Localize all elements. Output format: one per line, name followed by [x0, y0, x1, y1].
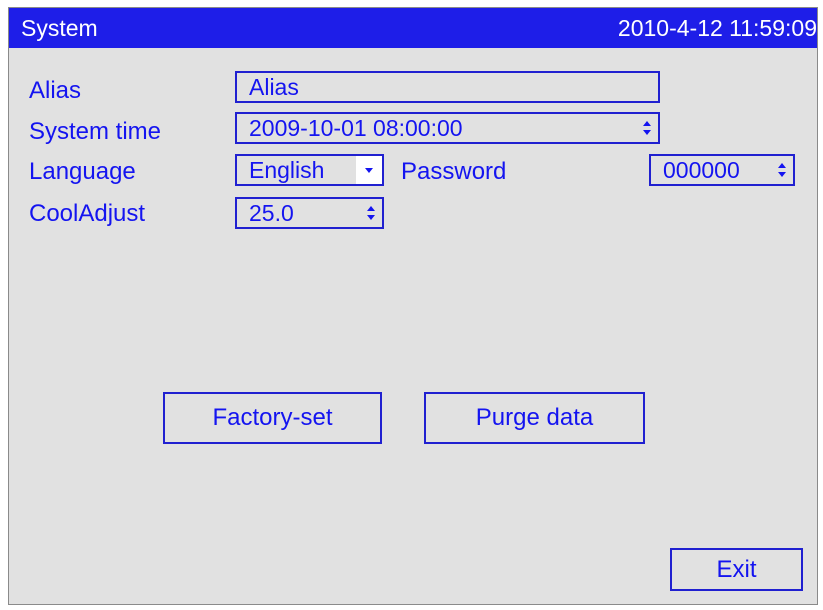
- language-dropdown[interactable]: English: [235, 154, 384, 186]
- alias-field[interactable]: Alias: [235, 71, 660, 103]
- up-down-spinner-icon[interactable]: [366, 206, 376, 220]
- password-field[interactable]: 000000: [649, 154, 795, 186]
- datetime-display: 2010-4-12 11:59:09: [617, 15, 817, 41]
- up-down-spinner-icon[interactable]: [642, 121, 652, 135]
- dropdown-arrow-icon[interactable]: [356, 156, 382, 184]
- system-time-field[interactable]: 2009-10-01 08:00:00: [235, 112, 660, 144]
- system-window: System 2010-4-12 11:59:09 Alias Alias Sy…: [8, 7, 818, 605]
- language-label: Language: [29, 158, 136, 185]
- cool-adjust-field[interactable]: 25.0: [235, 197, 384, 229]
- exit-button[interactable]: Exit: [670, 548, 803, 591]
- password-label: Password: [401, 158, 507, 185]
- password-value: 000000: [663, 157, 740, 183]
- purge-data-button[interactable]: Purge data: [424, 392, 645, 444]
- window-title: System: [21, 15, 98, 41]
- cool-adjust-label: CoolAdjust: [29, 200, 146, 227]
- system-time-label: System time: [29, 118, 162, 145]
- title-bar: System 2010-4-12 11:59:09: [9, 8, 817, 48]
- alias-value: Alias: [249, 74, 299, 100]
- alias-label: Alias: [29, 77, 82, 104]
- cool-adjust-value: 25.0: [249, 200, 294, 226]
- factory-set-button[interactable]: Factory-set: [163, 392, 382, 444]
- language-value: English: [249, 157, 325, 183]
- up-down-spinner-icon[interactable]: [777, 163, 787, 177]
- system-time-value: 2009-10-01 08:00:00: [249, 115, 463, 141]
